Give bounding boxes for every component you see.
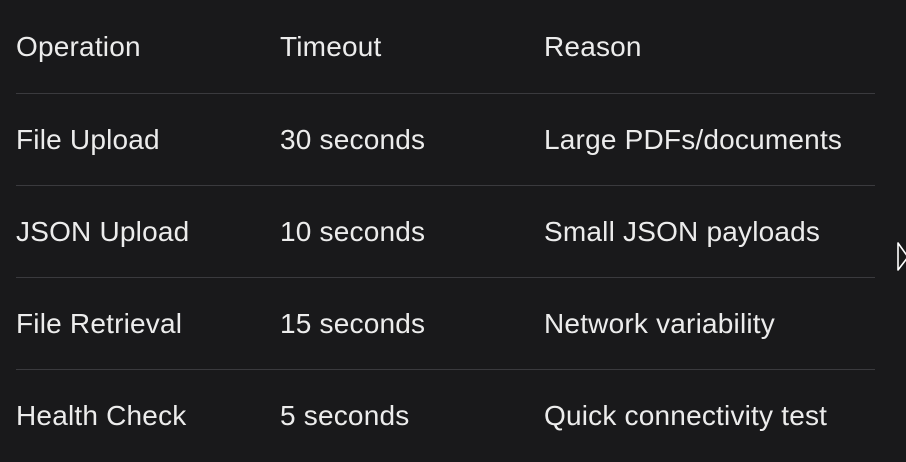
cell-reason: Network variability [544, 307, 775, 339]
timeout-table: Operation Timeout Reason File Upload 30 … [16, 0, 875, 462]
header-timeout: Timeout [280, 30, 382, 62]
table-row: JSON Upload 10 seconds Small JSON payloa… [16, 186, 875, 278]
table-header-row: Operation Timeout Reason [16, 0, 875, 94]
header-operation: Operation [16, 30, 141, 62]
cell-operation: File Retrieval [16, 307, 183, 339]
table-row: File Retrieval 15 seconds Network variab… [16, 278, 875, 370]
cell-reason: Large PDFs/documents [544, 123, 843, 155]
cell-reason: Quick connectivity test [544, 400, 828, 431]
cell-operation: JSON Upload [16, 215, 190, 247]
cell-timeout: 30 seconds [280, 123, 426, 155]
cell-timeout: 10 seconds [280, 215, 426, 247]
cell-reason: Small JSON payloads [544, 215, 821, 247]
cell-timeout: 5 seconds [280, 400, 410, 431]
cell-operation: Health Check [16, 400, 187, 431]
header-reason: Reason [544, 30, 642, 62]
cell-operation: File Upload [16, 123, 160, 155]
table-row: File Upload 30 seconds Large PDFs/docume… [16, 94, 875, 186]
mouse-pointer-icon [897, 242, 906, 271]
cell-timeout: 15 seconds [280, 307, 426, 339]
table-row: Health Check 5 seconds Quick connectivit… [16, 370, 875, 462]
